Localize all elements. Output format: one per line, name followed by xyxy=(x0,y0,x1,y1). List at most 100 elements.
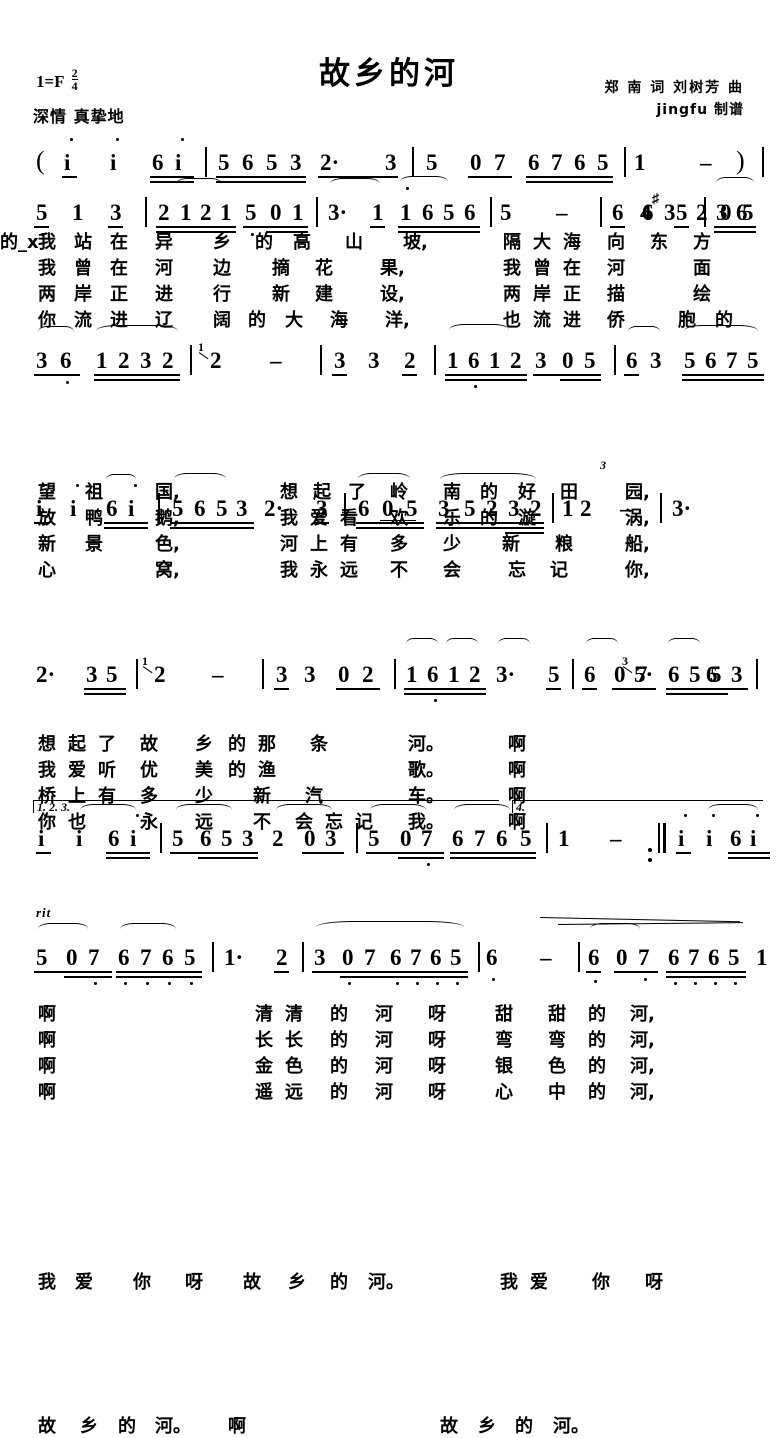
music-system-2: 5 1 3 2 1 2 1 5 0 1 3· 1 1 6 5 6 5 – 6 6… xyxy=(0,176,778,236)
note: 5 xyxy=(684,348,696,373)
octave-dot-low xyxy=(434,699,437,702)
note: 2 xyxy=(580,496,592,521)
slur xyxy=(440,473,536,485)
lyric-syllable: 歌。 xyxy=(408,760,444,781)
octave-dot-low xyxy=(456,982,459,985)
lyric-syllable: 流 xyxy=(74,310,92,331)
lyric-syllable: 我 xyxy=(500,1272,518,1293)
lyric-syllable: 东 xyxy=(650,232,668,253)
lyric-syllable: 啊 xyxy=(228,1416,246,1437)
sheet-music-page: 故乡的河 1=F 2 4 深情 真挚地 郑 南 词 刘树芳 曲 jingfu 制… xyxy=(0,0,778,1437)
note: 5· xyxy=(634,662,654,687)
octave-dot xyxy=(684,814,687,817)
open-paren: ( xyxy=(36,146,45,175)
note: 3 xyxy=(290,150,302,175)
lyric-syllable: 摘 xyxy=(272,258,290,279)
lyric-syllable: 会 xyxy=(443,560,461,581)
lyric-syllable: 色 xyxy=(285,1056,303,1077)
lyric-syllable: 站 xyxy=(74,232,92,253)
lyric-syllable: 在 xyxy=(563,258,581,279)
lyric-syllable: 行 xyxy=(213,284,231,305)
slur xyxy=(80,804,136,816)
beam xyxy=(274,971,289,973)
lyric-syllable: 的 xyxy=(228,734,246,755)
note: – xyxy=(270,348,282,373)
beam xyxy=(366,852,444,854)
lyric-syllable: 曾 xyxy=(74,258,92,279)
lyric-syllable: 清 xyxy=(255,1004,273,1025)
note: 3 xyxy=(316,496,328,521)
barline xyxy=(614,345,616,375)
lyric-syllable: 隔 xyxy=(503,232,521,253)
music-system-7-final: 1 xyxy=(0,935,778,969)
octave-dot xyxy=(181,138,184,141)
lyric-syllable: 河, xyxy=(630,1056,655,1077)
beam xyxy=(356,527,424,529)
note: 1 xyxy=(220,200,232,225)
lyric-syllable: 曾 xyxy=(533,258,551,279)
slur xyxy=(38,326,74,338)
beam xyxy=(436,527,544,529)
note: i xyxy=(706,826,713,851)
beam xyxy=(404,693,486,695)
note: 3 xyxy=(368,348,380,373)
lyric-line: 我爱听 优 美的渔 歌。 啊 xyxy=(0,756,778,782)
beam xyxy=(505,532,544,534)
slur xyxy=(316,921,464,933)
beam xyxy=(728,857,770,859)
lyric-syllable: 爱 xyxy=(75,1272,93,1293)
rit-marking: rit xyxy=(36,905,52,920)
beam xyxy=(445,379,527,381)
beam xyxy=(624,374,639,376)
barline xyxy=(600,197,602,227)
lyric-syllable: 两 xyxy=(503,284,521,305)
lyric-syllable: 弯 xyxy=(548,1030,566,1051)
octave-dot-low xyxy=(190,982,193,985)
note: 1 xyxy=(96,348,108,373)
key-signature: 1=F 2 4 xyxy=(36,67,78,97)
note: 2 xyxy=(200,200,212,225)
lyric-syllable: 上 xyxy=(310,534,328,555)
octave-dot-low xyxy=(124,982,127,985)
barline xyxy=(624,147,626,177)
beam xyxy=(116,971,202,973)
lyric-syllable: 的_x xyxy=(0,232,39,253)
lyric-syllable: 进 xyxy=(563,310,581,331)
lyric-syllable: 呀 xyxy=(428,1056,446,1077)
beam xyxy=(170,852,258,854)
note: 1 xyxy=(447,348,459,373)
lyric-syllable: 岸 xyxy=(533,284,551,305)
beam xyxy=(666,971,746,973)
lyric-syllable: 远 xyxy=(285,1082,303,1103)
tie-line xyxy=(380,520,416,521)
lyric-syllable: 河 xyxy=(607,258,625,279)
note: 5 xyxy=(597,150,609,175)
lyric-syllable: 啊 xyxy=(508,734,526,755)
lyric-syllable: 银 xyxy=(495,1056,513,1077)
beam xyxy=(84,693,126,695)
slur xyxy=(406,638,438,650)
slur xyxy=(498,638,530,650)
lyric-line: 我爱你呀故乡的河。我爱你呀 xyxy=(0,1268,778,1294)
note-row: 1 xyxy=(0,935,778,969)
note: 3 xyxy=(334,348,346,373)
note: 5 xyxy=(245,200,257,225)
note-row: 5 1 3 2 1 2 1 5 0 1 3· 1 1 6 5 6 5 – 6 6… xyxy=(0,176,778,236)
lyric-syllable: 河, xyxy=(630,1004,655,1025)
lyric-syllable: 河, xyxy=(630,1030,655,1051)
lyric-syllable: 心 xyxy=(38,560,56,581)
barline xyxy=(552,493,554,523)
note: 1 xyxy=(72,200,84,225)
beam xyxy=(666,693,728,695)
beam xyxy=(94,379,180,381)
lyric-syllable: 大 xyxy=(533,232,551,253)
note: 6 xyxy=(242,150,254,175)
lyric-syllable: 的 xyxy=(118,1416,136,1437)
time-signature: 2 4 xyxy=(71,67,78,92)
lyric-syllable: 啊 xyxy=(38,1082,56,1103)
beam xyxy=(170,522,254,524)
note: 6 xyxy=(194,496,206,521)
octave-dot-low xyxy=(694,982,697,985)
note: 1 xyxy=(634,150,646,175)
lyric-line: 两岸正进行新建设, 两岸正描绘 xyxy=(0,280,778,306)
